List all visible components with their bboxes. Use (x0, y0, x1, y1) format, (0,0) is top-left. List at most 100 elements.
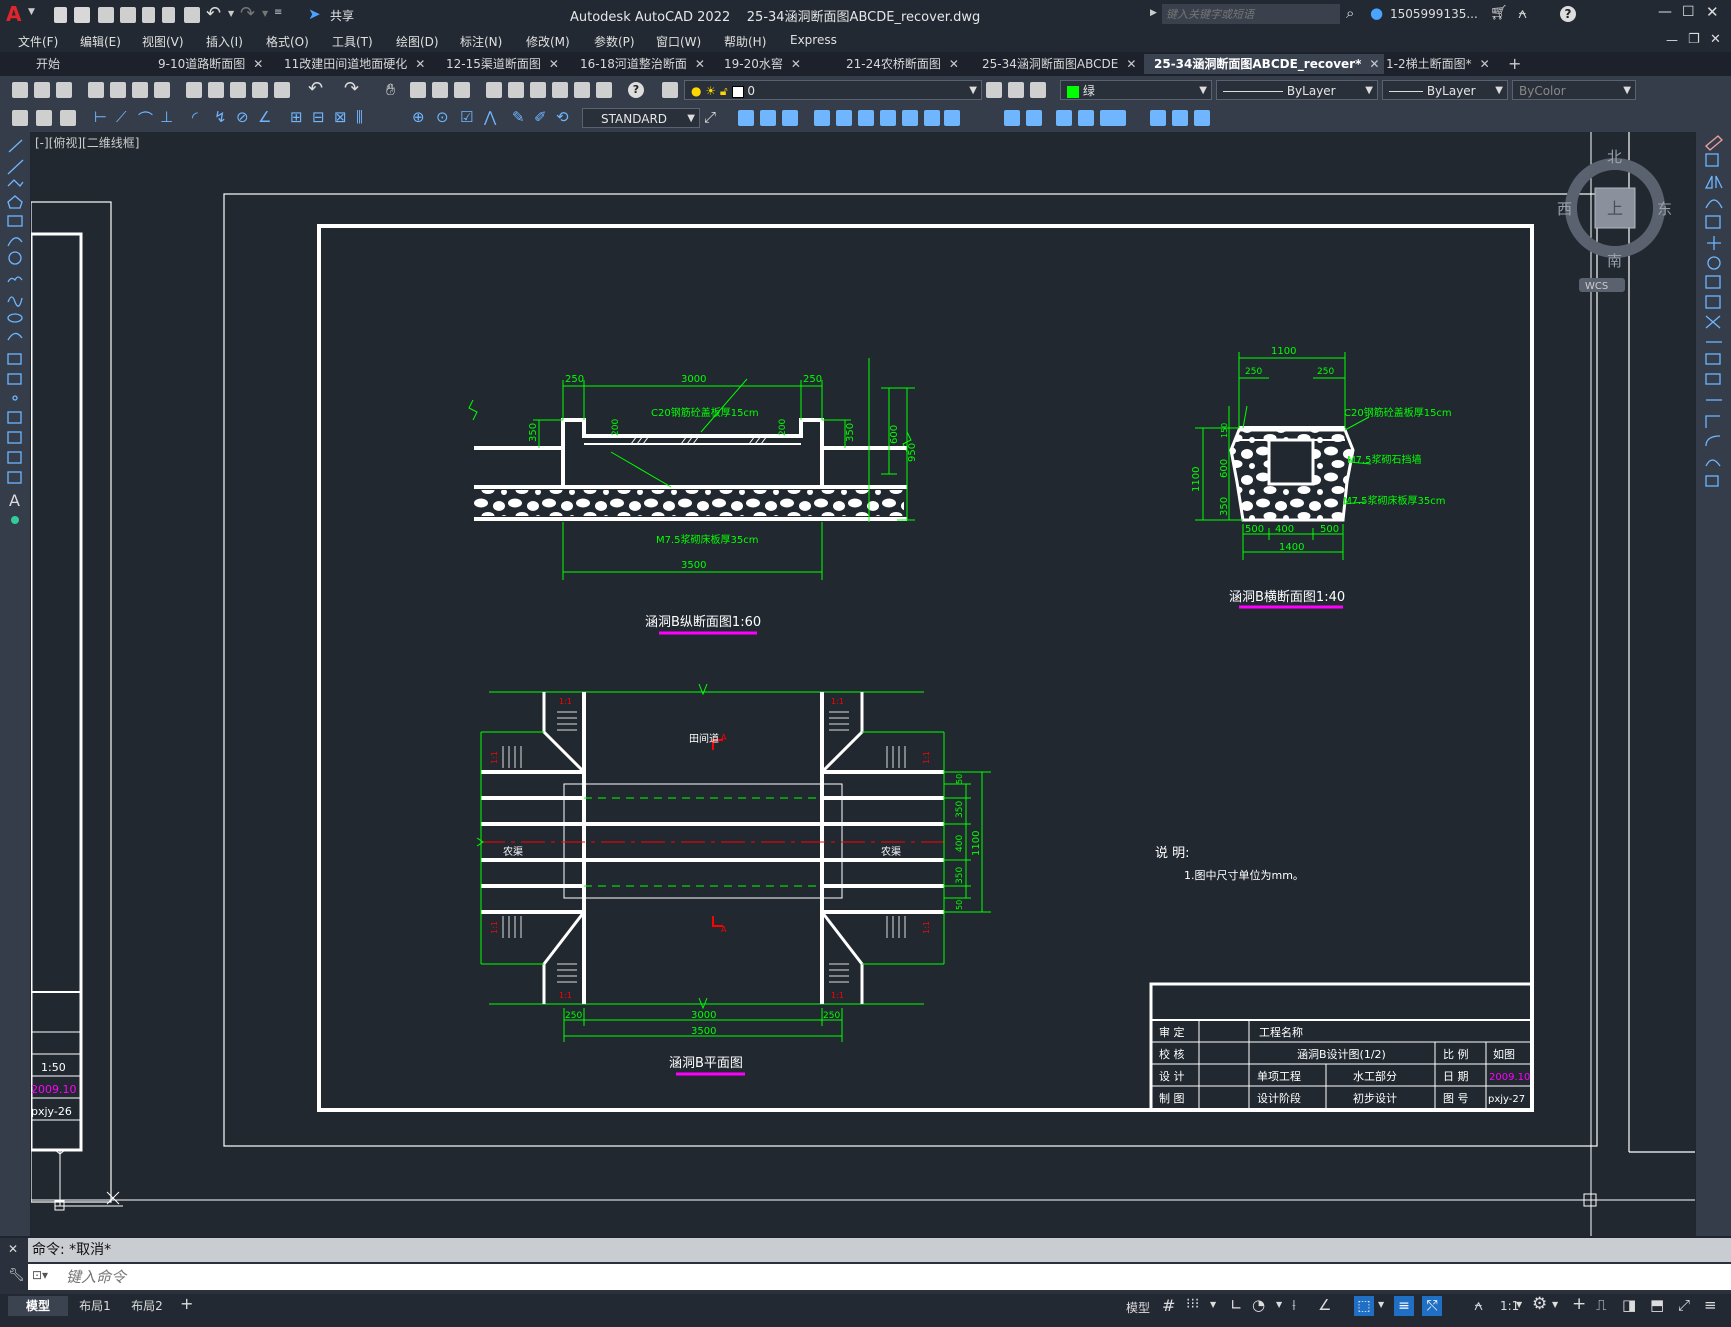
menu-dimension[interactable]: 标注(N) (460, 33, 502, 50)
chevron-down-icon[interactable]: ▼ (969, 81, 977, 101)
command-close-icon[interactable]: ✕ (8, 1242, 18, 1256)
open-icon[interactable] (34, 82, 50, 98)
autocad-logo-icon[interactable]: A (6, 4, 24, 24)
layout-tab-model[interactable]: 模型 (8, 1296, 68, 1316)
zoom-previous-icon[interactable] (454, 82, 470, 98)
explode-icon[interactable] (1705, 475, 1719, 487)
dim-text-edit-icon[interactable]: ✐ (534, 108, 547, 126)
bulb-icon[interactable]: ● (691, 84, 701, 98)
thicken-icon[interactable] (902, 110, 918, 126)
arc-icon[interactable] (7, 237, 23, 247)
user-icon[interactable]: ● (1370, 4, 1383, 22)
camera-icon[interactable] (1078, 110, 1094, 126)
menu-file[interactable]: 文件(F) (18, 33, 58, 50)
dim-jogged-icon[interactable]: ↯ (214, 108, 227, 126)
layer-match-icon[interactable] (1030, 82, 1046, 98)
viewcube[interactable]: 上 北 南 东 西 WCS (1555, 144, 1675, 294)
scale-icon[interactable] (1705, 275, 1721, 289)
save-icon[interactable] (98, 7, 114, 23)
jogged-linear-icon[interactable]: ⋀ (484, 108, 496, 126)
snap-chevron-icon[interactable]: ▼ (1210, 1300, 1216, 1309)
line-icon[interactable] (8, 139, 23, 153)
offset-icon[interactable] (1705, 199, 1723, 209)
move-icon[interactable] (1707, 236, 1721, 250)
menu-tools[interactable]: 工具(T) (332, 33, 373, 50)
dim-radius-icon[interactable]: ◜ (192, 108, 198, 126)
osnap-tracking-icon[interactable]: ∠ (1318, 1296, 1331, 1314)
chevron-down-icon[interactable]: ▼ (1495, 81, 1503, 101)
tab-river[interactable]: 16-18河道整治断面 ✕ (570, 54, 712, 74)
join-icon[interactable] (1705, 373, 1721, 385)
color-dropdown[interactable]: 绿 ▼ (1060, 80, 1212, 100)
menu-view[interactable]: 视图(V) (142, 33, 184, 50)
tab-culvert-recover[interactable]: 25-34涵洞断面图ABCDE_recover* ✕ (1144, 54, 1384, 74)
copy-icon[interactable] (208, 82, 224, 98)
minimize-icon[interactable]: — (1658, 4, 1672, 20)
chevron-down-icon[interactable]: ▼ (1623, 81, 1631, 101)
search-icon[interactable]: ⌕ (1346, 4, 1354, 22)
table-icon[interactable] (7, 471, 22, 484)
snap-icon[interactable]: ⁝⁝⁝ (1186, 1296, 1199, 1312)
interfere-icon[interactable] (924, 110, 940, 126)
make-current-icon[interactable] (986, 82, 1002, 98)
undo-icon[interactable]: ↶ (206, 3, 221, 24)
osnap-icon[interactable]: ⬚ (1354, 1296, 1374, 1316)
dim-edit-icon[interactable]: ✎ (512, 108, 525, 126)
isolate-icon[interactable]: ⬒ (1650, 1296, 1664, 1314)
dim-style-dropdown[interactable]: STANDARD ▼ (582, 108, 700, 128)
user-name[interactable]: 1505999135... (1390, 7, 1478, 21)
slice-icon[interactable] (880, 110, 896, 126)
mirror-icon[interactable] (1704, 175, 1723, 189)
customize-icon[interactable]: ≡ (1704, 1296, 1717, 1314)
circle-icon[interactable] (8, 251, 22, 265)
lineweight-dropdown[interactable]: ByLayer ▼ (1382, 80, 1508, 100)
plotstyle-dropdown[interactable]: ByColor ▼ (1512, 80, 1636, 100)
markup-icon[interactable] (574, 82, 590, 98)
pan-icon[interactable]: ✋︎ (386, 80, 395, 100)
dim-arc-icon[interactable]: ⌒ (138, 108, 153, 129)
tab-close-icon[interactable]: ✕ (415, 57, 425, 71)
grid-icon[interactable]: # (1162, 1296, 1175, 1315)
app-menu-chevron-icon[interactable]: ▼ (28, 7, 35, 17)
tab-close-icon[interactable]: ✕ (253, 57, 263, 71)
spline-icon[interactable] (7, 296, 23, 307)
dim-aligned-icon[interactable]: ⟋ (116, 108, 127, 126)
paste-icon[interactable] (230, 82, 246, 98)
copy-object-icon[interactable] (1705, 153, 1719, 167)
layout-tab-2[interactable]: 布局2 (122, 1296, 172, 1316)
layer-off-icon[interactable] (60, 110, 76, 126)
fullscreen-icon[interactable]: ⤢ (1678, 1296, 1690, 1314)
command-input[interactable] (64, 1266, 1668, 1288)
chevron-down-icon[interactable]: ▼ (1199, 81, 1207, 101)
hatch-icon[interactable] (7, 411, 22, 424)
dim-update-icon[interactable]: ⟲ (556, 108, 569, 126)
open-web-icon[interactable] (142, 7, 155, 23)
center-mark-icon[interactable]: ⊙ (436, 108, 449, 126)
workspace-gear-icon[interactable]: ⚙ (1532, 1294, 1547, 1314)
rotate-icon[interactable] (1707, 256, 1721, 270)
toolbar-redo-icon[interactable]: ↷ (344, 78, 359, 99)
open-file-icon[interactable] (74, 7, 90, 23)
search-input[interactable] (1162, 4, 1340, 24)
redo-icon[interactable]: ↷ (240, 3, 255, 24)
plot-icon[interactable] (184, 7, 200, 23)
cut-icon[interactable] (186, 82, 202, 98)
blend-icon[interactable] (1705, 459, 1721, 467)
save-web-icon[interactable] (162, 7, 175, 23)
stretch-icon[interactable] (1705, 295, 1721, 309)
doc-close-icon[interactable]: ✕ (1710, 32, 1721, 47)
preview-icon[interactable] (110, 82, 126, 98)
layer-iso-icon[interactable] (36, 110, 52, 126)
polar-chevron-icon[interactable]: ▼ (1276, 1300, 1282, 1309)
tab-close-icon[interactable]: ✕ (1126, 57, 1136, 71)
print-icon[interactable] (88, 82, 104, 98)
erase-icon[interactable] (1705, 135, 1723, 151)
menu-draw[interactable]: 绘图(D) (396, 33, 439, 50)
chamfer-icon[interactable] (1705, 415, 1720, 428)
dim-linear-icon[interactable]: ⊢ (94, 108, 107, 126)
new-file-icon[interactable] (54, 7, 67, 23)
calculator-icon[interactable] (596, 82, 612, 98)
sheet-set-icon[interactable] (552, 82, 568, 98)
tab-close-icon[interactable]: ✕ (949, 57, 959, 71)
ucs-icon[interactable] (1150, 110, 1166, 126)
